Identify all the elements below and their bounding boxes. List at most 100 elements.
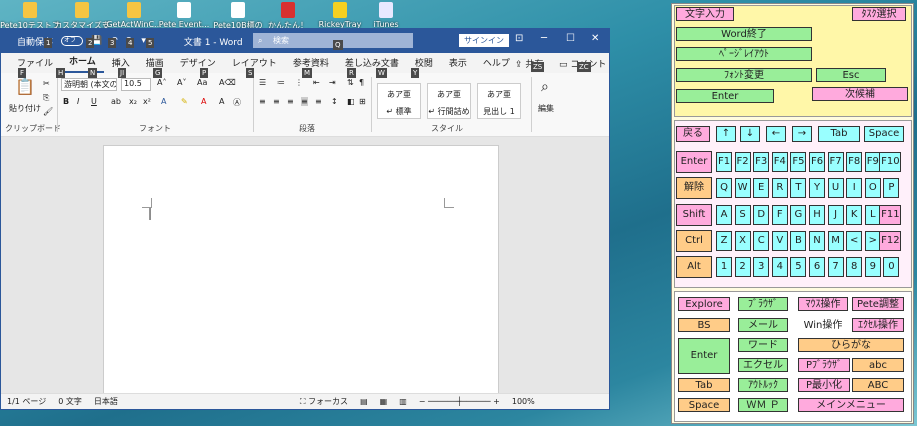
tab-10[interactable]: ヘルプ xyxy=(475,56,518,73)
key-8[interactable]: 8 xyxy=(846,257,863,278)
page-count[interactable]: 1/1 ページ xyxy=(7,396,46,407)
panel-button[interactable]: Esc xyxy=(816,68,886,82)
panel-button[interactable]: Shift xyxy=(676,204,712,226)
panel-button[interactable]: Pﾌﾞﾗｳｻﾞ xyxy=(798,358,850,372)
read-mode-icon[interactable]: ▤ xyxy=(360,397,368,406)
key-q[interactable]: Q xyxy=(716,178,732,199)
panel-button[interactable]: ワード xyxy=(738,338,788,352)
distribute-icon[interactable]: ≡ xyxy=(315,97,322,106)
italic-icon[interactable]: I xyxy=(77,97,79,106)
desktop-icon[interactable]: かんたん！ xyxy=(258,2,318,31)
style-item[interactable]: あア亜 ↵ 行間詰め xyxy=(427,83,471,119)
panel-button[interactable]: ﾏｳｽ操作 xyxy=(798,297,848,311)
bold-icon[interactable]: B xyxy=(63,97,69,106)
key-f1[interactable]: F1 xyxy=(716,152,732,172)
key->[interactable]: > xyxy=(864,230,881,251)
panel-button[interactable]: Enter xyxy=(676,151,712,173)
key-y[interactable]: Y xyxy=(809,178,825,199)
key-f[interactable]: F xyxy=(771,204,788,225)
key-z[interactable]: Z xyxy=(716,230,732,251)
key-h[interactable]: H xyxy=(809,204,825,225)
sort-icon[interactable]: ⇅ xyxy=(347,78,354,87)
key-f9[interactable]: F9 xyxy=(864,152,881,172)
line-spacing-icon[interactable]: ↕ xyxy=(331,97,338,106)
zoom-level[interactable]: 100% xyxy=(512,397,535,406)
key-m[interactable]: M xyxy=(827,230,844,251)
underline-icon[interactable]: U xyxy=(91,97,97,106)
key-7[interactable]: 7 xyxy=(827,257,844,278)
font-name-box[interactable]: 游明朝 (本文の xyxy=(61,78,117,91)
panel-button[interactable]: Explore xyxy=(678,297,730,311)
key-r[interactable]: R xyxy=(771,178,788,199)
font-color-icon[interactable]: A xyxy=(201,97,206,106)
key-b[interactable]: B xyxy=(790,230,807,251)
align-center-icon[interactable]: ≡ xyxy=(273,97,280,106)
panel-button[interactable]: Ctrl xyxy=(676,230,712,252)
panel-button[interactable]: 文字入力 xyxy=(676,7,734,21)
find-icon[interactable]: ⌕ xyxy=(541,79,549,95)
cut-icon[interactable]: ✂ xyxy=(43,79,50,88)
subscript-icon[interactable]: x₂ xyxy=(129,97,137,106)
print-layout-icon[interactable]: ▦ xyxy=(380,397,388,406)
panel-button[interactable]: ﾌﾞﾗｳｻﾞ xyxy=(738,297,788,311)
language[interactable]: 日本語 xyxy=(94,396,118,407)
shrink-font-icon[interactable]: A˅ xyxy=(177,78,186,87)
tab-9[interactable]: 表示 xyxy=(441,56,475,73)
style-item[interactable]: あア亜 見出し 1 xyxy=(477,83,521,119)
show-marks-icon[interactable]: ¶ xyxy=(359,78,364,87)
key-f2[interactable]: F2 xyxy=(734,152,751,172)
key-f4[interactable]: F4 xyxy=(771,152,788,172)
multilevel-icon[interactable]: ⋮ xyxy=(295,78,303,87)
panel-button[interactable]: BS xyxy=(678,318,730,332)
ribbon-display-icon[interactable]: ⊡ xyxy=(515,33,523,44)
autosave-toggle[interactable]: オフ xyxy=(61,36,84,46)
panel-button[interactable]: ﾍﾟｰｼﾞﾚｲｱｳﾄ xyxy=(676,47,812,61)
panel-button[interactable]: メインメニュー xyxy=(798,398,904,412)
increase-indent-icon[interactable]: ⇥ xyxy=(329,78,336,87)
key-0[interactable]: 0 xyxy=(883,257,900,278)
minimize-icon[interactable]: ─ xyxy=(541,33,547,44)
key-2[interactable]: 2 xyxy=(734,257,751,278)
panel-button[interactable]: ↑ xyxy=(716,126,736,142)
text-effects-icon[interactable]: A xyxy=(161,97,166,106)
clear-format-icon[interactable]: A⌫ xyxy=(219,78,236,87)
key-l[interactable]: L xyxy=(864,204,881,225)
panel-button[interactable]: ｱｳﾄﾙｯｸ xyxy=(738,378,788,392)
key-1[interactable]: 1 xyxy=(716,257,732,278)
panel-button[interactable]: Tab xyxy=(678,378,730,392)
panel-button[interactable]: ABC xyxy=(852,378,904,392)
panel-button[interactable]: ↓ xyxy=(740,126,760,142)
panel-button[interactable]: Space xyxy=(678,398,730,412)
tab-0[interactable]: ファイル xyxy=(9,56,61,73)
align-left-icon[interactable]: ≡ xyxy=(259,97,266,106)
desktop-icon[interactable]: Pete10テストフ xyxy=(0,2,60,31)
panel-button[interactable]: メール xyxy=(738,318,788,332)
key-n[interactable]: N xyxy=(809,230,825,251)
panel-button[interactable]: 次候補 xyxy=(812,87,908,101)
borders-icon[interactable]: ⊞ xyxy=(359,97,366,106)
bullets-icon[interactable]: ☰ xyxy=(259,78,266,87)
document-page[interactable]: | xyxy=(103,145,499,395)
panel-button[interactable]: abc xyxy=(852,358,904,372)
key-f3[interactable]: F3 xyxy=(753,152,770,172)
copy-icon[interactable]: ⎘ xyxy=(43,93,49,103)
enclose-char-icon[interactable]: Ⓐ xyxy=(233,97,241,108)
panel-button[interactable]: ひらがな xyxy=(798,338,904,352)
decrease-indent-icon[interactable]: ⇤ xyxy=(313,78,320,87)
superscript-icon[interactable]: x² xyxy=(143,97,151,106)
style-item[interactable]: あア亜 ↵ 標準 xyxy=(377,83,421,119)
highlight-icon[interactable]: ✎ xyxy=(181,97,188,106)
key-w[interactable]: W xyxy=(734,178,751,199)
key-f7[interactable]: F7 xyxy=(827,152,844,172)
key-d[interactable]: D xyxy=(753,204,770,225)
key-9[interactable]: 9 xyxy=(864,257,881,278)
tab-1[interactable]: ホーム xyxy=(61,54,104,73)
panel-button[interactable]: エクセル xyxy=(738,358,788,372)
panel-button[interactable]: → xyxy=(792,126,812,142)
key-f11[interactable]: F11 xyxy=(879,204,902,225)
key-k[interactable]: K xyxy=(846,204,863,225)
zoom-slider[interactable]: − ──────┼────── + xyxy=(419,397,500,406)
panel-button[interactable]: Tab xyxy=(818,126,860,142)
panel-button[interactable]: 解除 xyxy=(676,177,712,199)
key-<[interactable]: < xyxy=(846,230,863,251)
